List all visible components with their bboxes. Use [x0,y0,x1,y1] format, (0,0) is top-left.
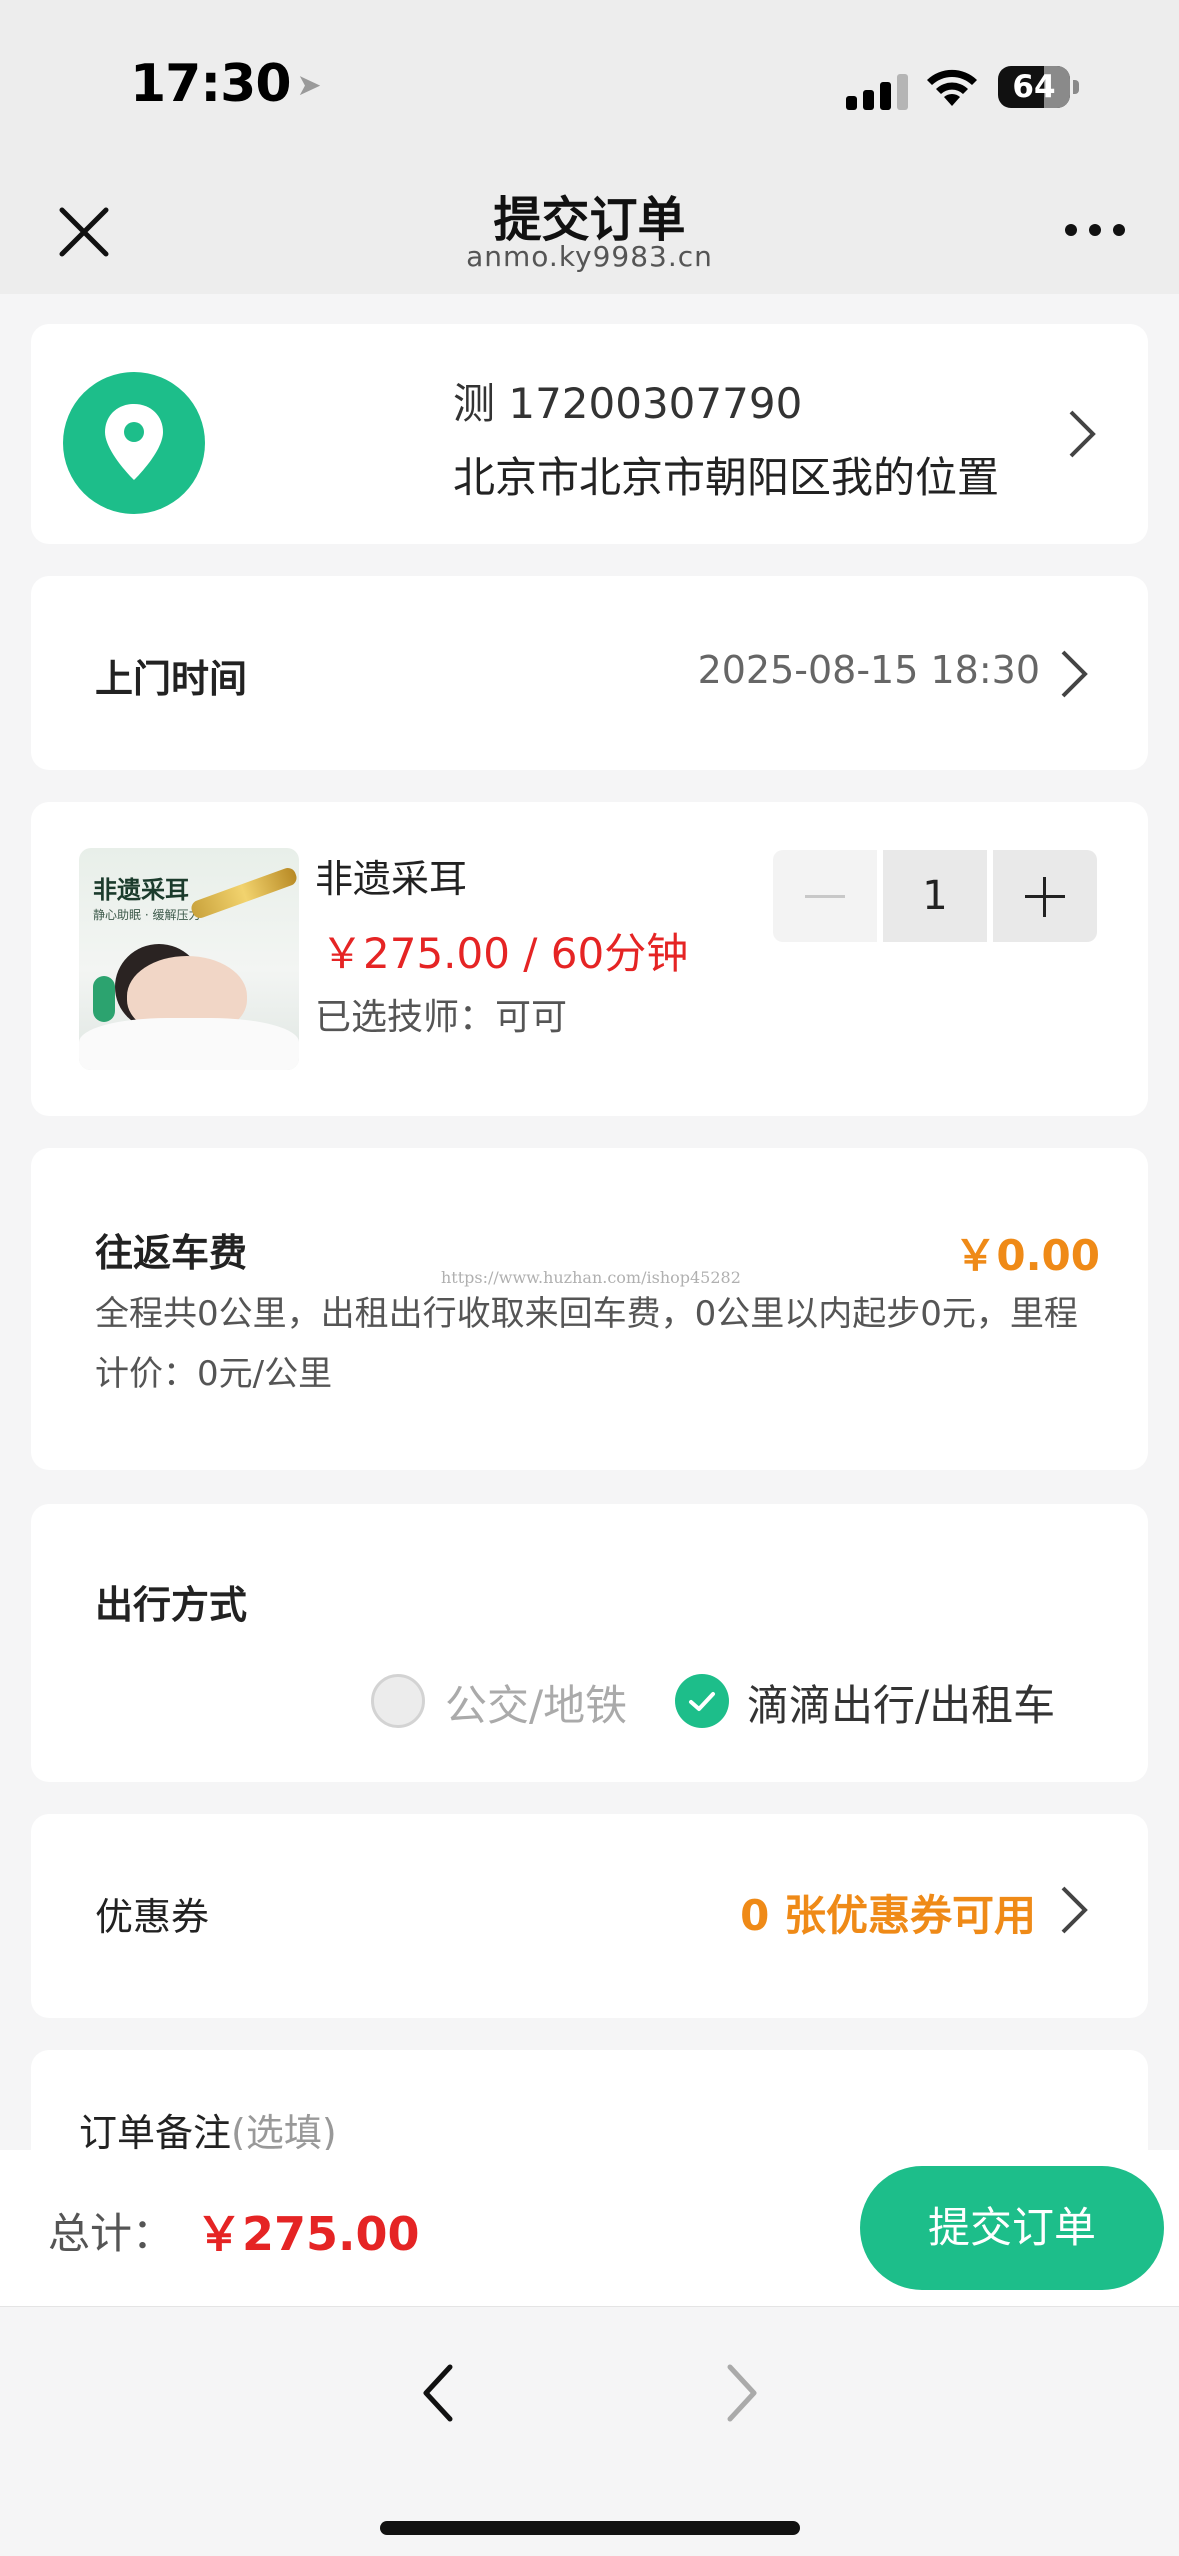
visit-time-card[interactable]: 上门时间 2025-08-15 18:30 [31,576,1148,770]
fare-label: 往返车费 [95,1231,248,1275]
thumbnail-title: 非遗采耳 [93,876,189,904]
service-price: ￥275.00 / 60分钟 [321,929,689,978]
decrease-button[interactable] [773,850,877,942]
option-taxi-label[interactable]: 滴滴出行/出租车 [747,1672,1055,1733]
status-time: 17:30 ➤ [130,54,323,114]
cellular-signal-icon [846,70,908,110]
coupon-value: 0 张优惠券可用 [740,1891,1036,1940]
coupon-label: 优惠券 [95,1895,210,1939]
travel-mode-card: 出行方式 公交/地铁 滴滴出行/出租车 [31,1504,1148,1782]
battery-icon: 64 [998,66,1079,108]
order-note-optional: (选填) [231,2111,337,2155]
quantity-stepper: 1 [773,850,1131,942]
coupon-card[interactable]: 优惠券 0 张优惠券可用 [31,1814,1148,2018]
forward-arrow-icon[interactable] [722,2361,762,2425]
check-icon [689,1692,715,1711]
fare-description: 全程共0公里，出租出行收取来回车费，0公里以内起步0元，里程计价：0元/公里 [95,1294,1078,1394]
wifi-icon [927,69,977,106]
address-card[interactable]: 测 17200307790 北京市北京市朝阳区我的位置 [31,324,1148,544]
order-note-label: 订单备注(选填) [79,2102,337,2157]
service-name: 非遗采耳 [315,857,468,901]
status-time-text: 17:30 [130,54,292,114]
visit-time-label: 上门时间 [95,657,248,701]
option-transit-label[interactable]: 公交/地铁 [445,1672,627,1733]
status-bar: 17:30 ➤ 64 [0,0,1179,160]
radio-taxi[interactable] [675,1674,729,1728]
nav-bar: 提交订单 anmo.ky9983.cn [0,160,1179,294]
browser-toolbar [0,2306,1179,2556]
selected-technician: 已选技师：可可 [315,997,568,1038]
chevron-right-icon [1069,410,1096,458]
order-note-text: 订单备注 [79,2111,232,2155]
home-indicator [380,2521,800,2535]
address-contact: 测 17200307790 [453,379,803,428]
service-thumbnail: 非遗采耳 静心助眠 · 缓解压力 [79,848,299,1070]
thumbnail-subtitle: 静心助眠 · 缓解压力 [93,908,201,922]
travel-mode-label: 出行方式 [95,1583,248,1627]
submit-order-button[interactable]: 提交订单 [860,2166,1164,2290]
chevron-right-icon [1061,650,1088,698]
total-value: ￥275.00 [196,2207,420,2261]
location-pin-icon [63,372,205,514]
more-options-icon[interactable] [1062,216,1128,244]
radio-transit[interactable] [371,1674,425,1728]
total-label: 总计： [48,2209,175,2258]
location-arrow-icon: ➤ [296,68,322,103]
quantity-value: 1 [883,850,987,942]
battery-level: 64 [1012,69,1056,105]
chevron-right-icon [1061,1886,1088,1934]
checkout-bar: 总计： ￥275.00 提交订单 [0,2150,1179,2306]
page-domain: anmo.ky9983.cn [466,240,713,273]
service-card: 非遗采耳 静心助眠 · 缓解压力 非遗采耳 ￥275.00 / 60分钟 已选技… [31,802,1148,1116]
back-arrow-icon[interactable] [418,2361,458,2425]
fare-card: 往返车费 https://www.huzhan.com/ishop45282 ￥… [31,1148,1148,1470]
increase-button[interactable] [993,850,1097,942]
fare-amount: ￥0.00 [954,1231,1100,1280]
address-text: 北京市北京市朝阳区我的位置 [453,453,1000,502]
visit-time-value: 2025-08-15 18:30 [697,648,1040,692]
